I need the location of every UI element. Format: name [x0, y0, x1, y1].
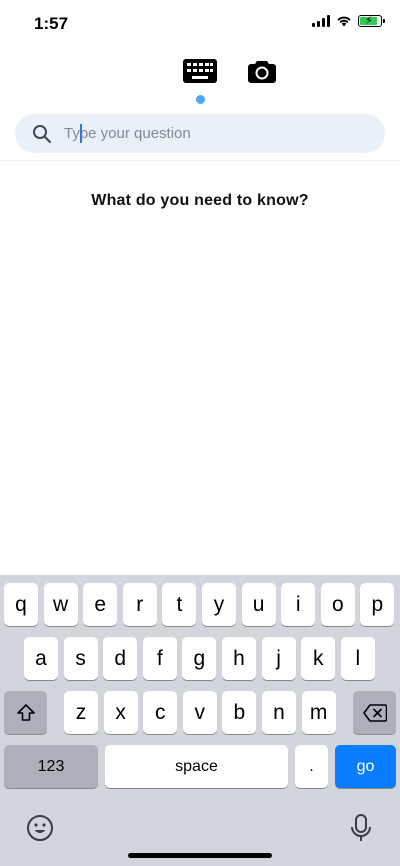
space-key[interactable]: space: [105, 745, 288, 788]
onscreen-keyboard: qwertyuiop asdfghjkl zxcvbnm 123 space .…: [0, 575, 400, 866]
key-t[interactable]: t: [162, 583, 197, 626]
wifi-icon: [337, 16, 351, 27]
keyboard-row-2: asdfghjkl: [0, 637, 400, 680]
keyboard-icon: [183, 59, 217, 83]
key-f[interactable]: f: [142, 637, 177, 680]
period-key[interactable]: .: [295, 745, 328, 788]
input-mode-switch: [0, 56, 400, 106]
key-e[interactable]: e: [83, 583, 118, 626]
status-bar: 1:57 ⚡: [0, 0, 400, 46]
keyboard-row-4: 123 space . go: [0, 745, 400, 788]
key-m[interactable]: m: [301, 691, 336, 734]
key-r[interactable]: r: [122, 583, 157, 626]
key-b[interactable]: b: [222, 691, 257, 734]
text-cursor: [80, 124, 82, 143]
shift-key[interactable]: [4, 691, 47, 734]
camera-mode-button[interactable]: [244, 56, 280, 86]
key-p[interactable]: p: [360, 583, 395, 626]
key-x[interactable]: x: [103, 691, 138, 734]
key-u[interactable]: u: [241, 583, 276, 626]
key-v[interactable]: v: [182, 691, 217, 734]
shift-icon: [16, 703, 35, 721]
key-o[interactable]: o: [320, 583, 355, 626]
question-input[interactable]: [64, 125, 344, 142]
microphone-icon: [351, 814, 371, 841]
key-i[interactable]: i: [281, 583, 316, 626]
key-k[interactable]: k: [301, 637, 336, 680]
question-search-bar[interactable]: [15, 114, 385, 153]
dictation-button[interactable]: [349, 813, 373, 843]
camera-icon: [248, 61, 276, 83]
status-time: 1:57: [34, 14, 69, 33]
home-indicator[interactable]: [128, 853, 272, 858]
screen: 1:57 ⚡ Type your question What do you ne…: [0, 0, 400, 866]
key-y[interactable]: y: [202, 583, 236, 626]
search-icon: [33, 124, 52, 143]
prompt-heading: What do you need to know?: [91, 192, 309, 209]
active-mode-indicator: [196, 95, 205, 104]
keyboard-mode-button[interactable]: [182, 56, 218, 86]
key-s[interactable]: s: [63, 637, 98, 680]
emoji-button[interactable]: [26, 814, 54, 842]
status-icons: ⚡: [312, 15, 385, 27]
key-d[interactable]: d: [103, 637, 138, 680]
emoji-icon: [27, 815, 53, 841]
key-w[interactable]: w: [43, 583, 78, 626]
key-q[interactable]: q: [4, 583, 38, 626]
key-l[interactable]: l: [340, 637, 375, 680]
key-c[interactable]: c: [143, 691, 178, 734]
key-g[interactable]: g: [182, 637, 217, 680]
battery-icon: ⚡: [358, 15, 385, 27]
delete-icon: [362, 703, 387, 722]
charging-bolt-icon: ⚡: [365, 15, 373, 27]
delete-key[interactable]: [353, 691, 396, 734]
key-a[interactable]: a: [24, 637, 58, 680]
numbers-key[interactable]: 123: [4, 745, 98, 788]
keyboard-row-1: qwertyuiop: [0, 583, 400, 626]
key-z[interactable]: z: [64, 691, 98, 734]
key-j[interactable]: j: [261, 637, 296, 680]
keyboard-row-3: zxcvbnm: [0, 691, 400, 734]
key-n[interactable]: n: [262, 691, 296, 734]
header-divider: [0, 160, 400, 161]
cellular-signal-icon: [312, 15, 330, 27]
go-key[interactable]: go: [335, 745, 396, 788]
key-h[interactable]: h: [222, 637, 256, 680]
